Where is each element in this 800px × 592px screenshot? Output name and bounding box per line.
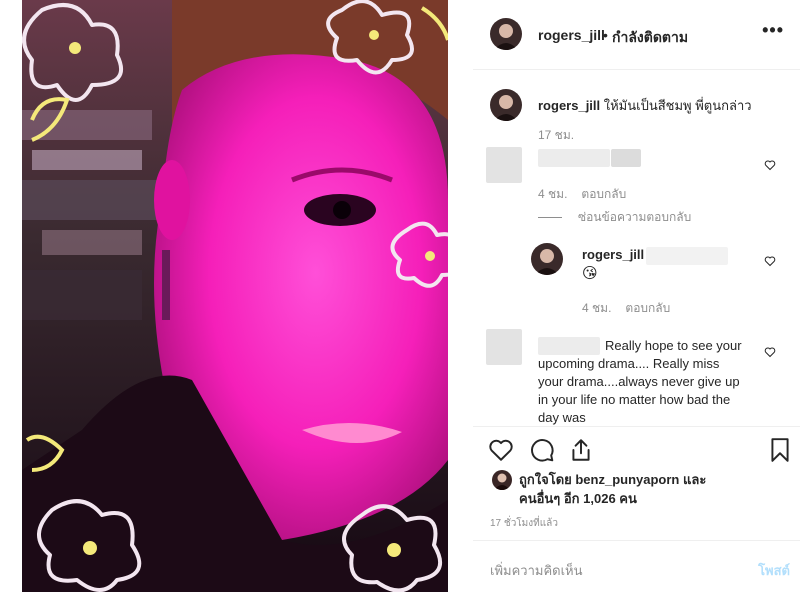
reply-reply-button[interactable]: ตอบกลับ — [625, 301, 670, 315]
comment-line-5: day was — [538, 410, 586, 425]
share-icon[interactable] — [568, 437, 594, 463]
reply-username[interactable]: rogers_jill — [582, 247, 644, 262]
comment-time: 4 ชม. — [538, 187, 568, 201]
reply-time: 4 ชม. — [582, 301, 612, 315]
like-reply-icon[interactable] — [764, 255, 776, 267]
post-comment-button[interactable]: โพสต์ — [758, 560, 790, 581]
reply-mention-blurred — [646, 247, 728, 265]
action-bar — [473, 426, 800, 476]
comment-box: เพิ่มความคิดเห็น โพสต์ — [473, 540, 800, 592]
commenter-name-blurred-2 — [538, 337, 600, 355]
reply-meta: 4 ชม. ตอบกลับ — [582, 299, 670, 318]
comment-text-blurred — [611, 149, 641, 167]
more-options-icon[interactable]: ••• — [762, 20, 784, 41]
reply-emoji: 😘 — [582, 265, 598, 282]
caption-text: ให้มันเป็นสีชมพู พี่ตูนกล่าว — [603, 98, 752, 113]
caption-username[interactable]: rogers_jill — [538, 98, 600, 113]
commenter-avatar[interactable] — [486, 147, 522, 183]
comment-input[interactable]: เพิ่มความคิดเห็น — [490, 560, 583, 581]
comment-line-3: your drama....always never give up — [538, 374, 740, 389]
liker-avatar[interactable] — [492, 470, 512, 490]
comments-list[interactable]: rogers_jill ให้มันเป็นสีชมพู พี่ตูนกล่าว… — [473, 71, 800, 426]
comment-meta: 4 ชม. ตอบกลับ — [538, 185, 626, 204]
post-photo[interactable] — [22, 0, 448, 592]
save-bookmark-icon[interactable] — [767, 437, 793, 463]
post-header: rogers_jill • กำลังติดตาม ••• — [473, 0, 800, 70]
caption-avatar[interactable] — [490, 89, 522, 121]
likes-line-2: คนอื่นๆ อีก 1,026 คน — [519, 491, 637, 506]
author-avatar[interactable] — [490, 18, 522, 50]
comment-line-1: Really hope to see your — [605, 338, 742, 353]
selfie-image — [22, 0, 448, 592]
commenter-name-blurred — [538, 149, 610, 167]
post-side-panel: rogers_jill • กำลังติดตาม ••• rogers_jil… — [473, 0, 800, 592]
hide-replies-line — [538, 217, 562, 219]
reply-button[interactable]: ตอบกลับ — [581, 187, 626, 201]
comment-line-4: in your life no matter how bad the — [538, 392, 731, 407]
like-heart-icon[interactable] — [488, 437, 514, 463]
comment-bubble-icon[interactable] — [529, 437, 555, 463]
likes-line-1: ถูกใจโดย benz_punyaporn และ — [519, 472, 707, 487]
like-comment-icon[interactable] — [764, 159, 776, 171]
separator-dot: • — [603, 27, 608, 43]
post-timestamp[interactable]: 17 ชั่วโมงที่แล้ว — [490, 516, 558, 531]
likes-summary[interactable]: ถูกใจโดย benz_punyaporn และ คนอื่นๆ อีก … — [519, 470, 769, 508]
caption-time: 17 ชม. — [538, 128, 575, 142]
author-username[interactable]: rogers_jill — [538, 27, 605, 43]
hide-replies-button[interactable]: ซ่อนข้อความตอบกลับ — [538, 208, 691, 227]
following-status[interactable]: กำลังติดตาม — [612, 27, 688, 49]
comment-line-2: upcoming drama.... Really miss — [538, 356, 720, 371]
hide-replies-label: ซ่อนข้อความตอบกลับ — [578, 210, 692, 224]
like-comment-icon-2[interactable] — [764, 346, 776, 358]
caption: rogers_jill ให้มันเป็นสีชมพู พี่ตูนกล่าว — [538, 95, 752, 116]
reply-avatar[interactable] — [531, 243, 563, 275]
commenter-avatar-2[interactable] — [486, 329, 522, 365]
